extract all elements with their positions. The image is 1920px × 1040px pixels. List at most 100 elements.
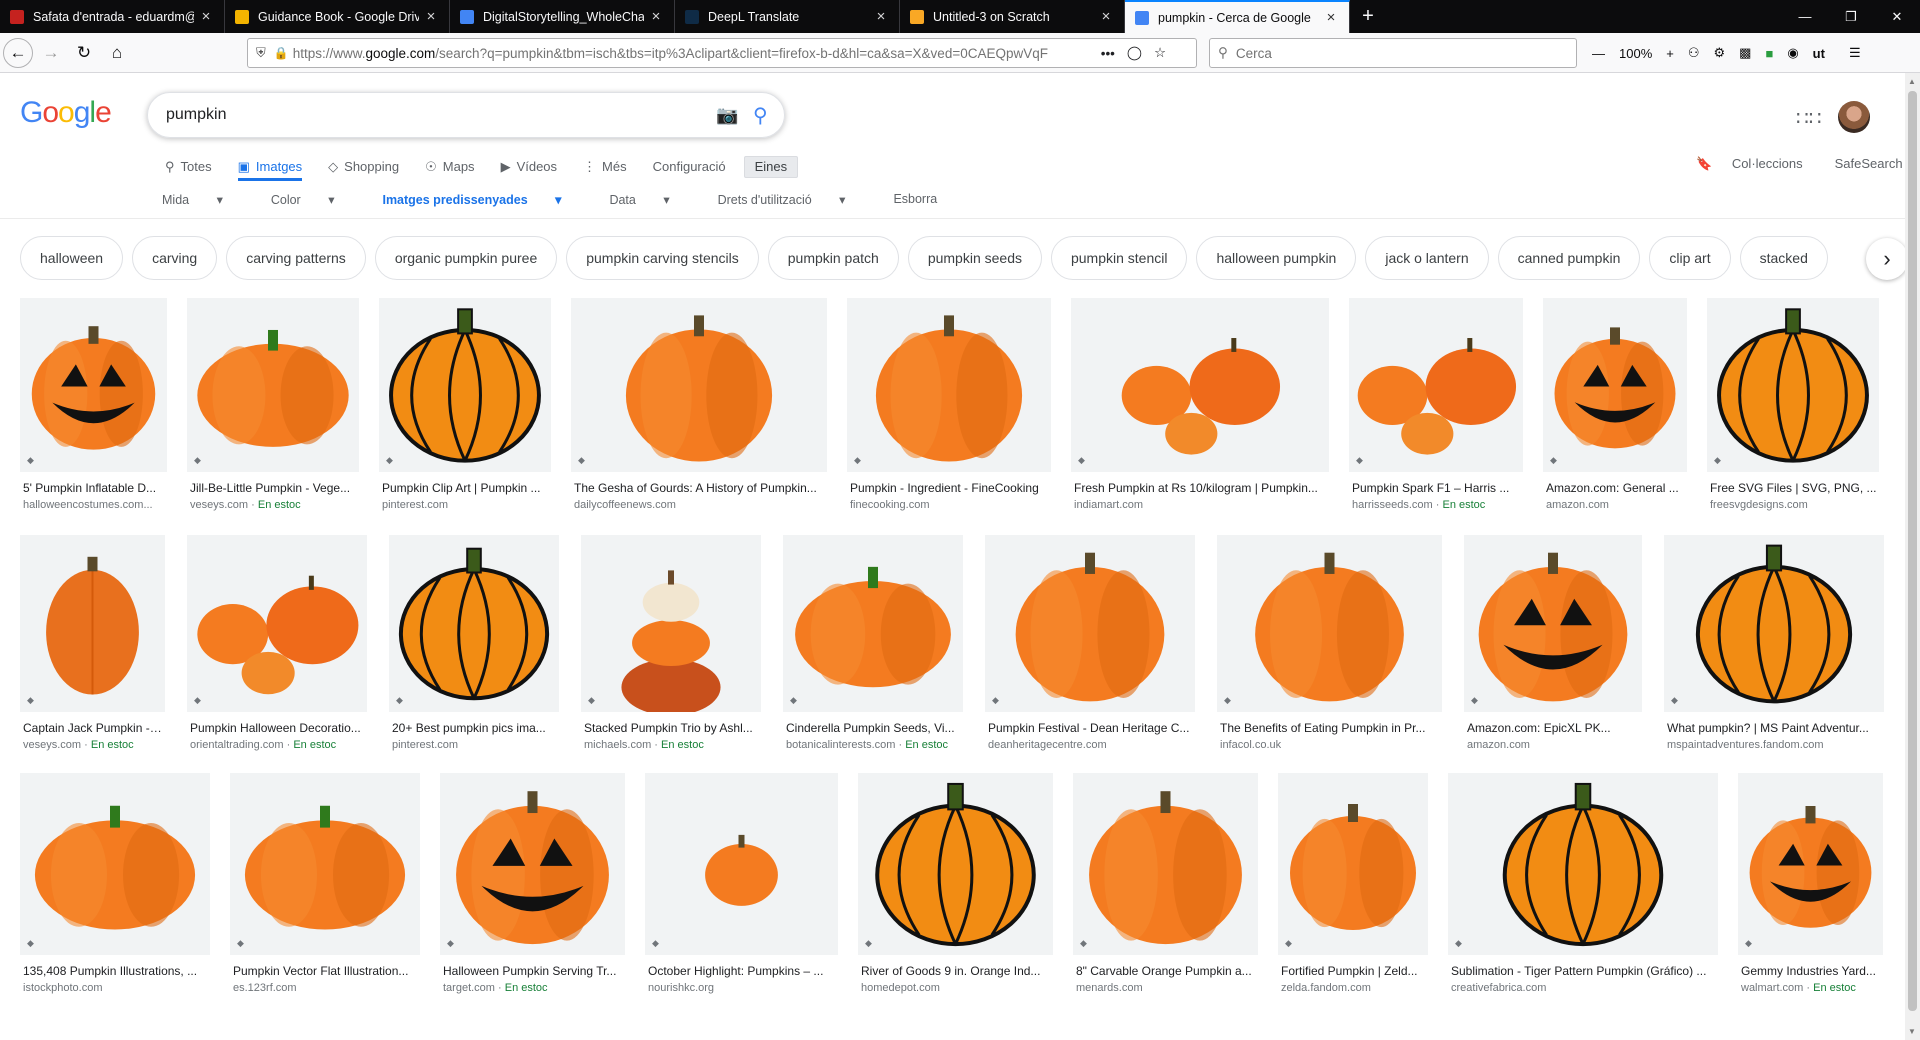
tab-més[interactable]: ⋮ Més <box>583 156 627 178</box>
result-thumbnail[interactable]: ◆ <box>1664 535 1884 712</box>
result-title[interactable]: Free SVG Files | SVG, PNG, ... <box>1707 481 1879 495</box>
result-thumbnail[interactable]: ◆ <box>1707 298 1879 472</box>
chip-stacked[interactable]: stacked <box>1739 236 1828 280</box>
result-title[interactable]: Pumpkin Spark F1 – Harris ... <box>1349 481 1523 495</box>
url-text[interactable]: https://www.google.com/search?q=pumpkin&… <box>293 46 1093 61</box>
result-thumbnail[interactable]: ◆ <box>847 298 1051 472</box>
back-button[interactable]: ← <box>3 37 33 68</box>
result-card[interactable]: ◆ Fortified Pumpkin | Zeld... zelda.fandom… <box>1278 773 1428 994</box>
result-card[interactable]: ◆ Free SVG Files | SVG, PNG, ... freesvgde… <box>1707 298 1879 511</box>
result-card[interactable]: ◆ Pumpkin Halloween Decoratio... orientalt… <box>187 535 367 751</box>
result-title[interactable]: Amazon.com: EpicXL PK... <box>1464 721 1642 735</box>
filter-imatges-predissenyades[interactable]: Imatges predissenyades ▾ <box>382 192 585 207</box>
result-card[interactable]: ◆ What pumpkin? | MS Paint Adventur... msp… <box>1664 535 1884 751</box>
close-tab-icon[interactable]: × <box>423 8 439 25</box>
result-card[interactable]: ◆ 8" Carvable Orange Pumpkin a... menards.… <box>1073 773 1258 994</box>
result-card[interactable]: ◆ Pumpkin Clip Art | Pumpkin ... pinterest… <box>379 298 551 511</box>
menu-icon[interactable]: ☰ <box>1842 45 1868 61</box>
pocket-icon[interactable]: ◯ <box>1127 45 1142 61</box>
result-card[interactable]: ◆ Cinderella Pumpkin Seeds, Vi... botanica… <box>783 535 963 751</box>
chip-jack-o-lantern[interactable]: jack o lantern <box>1365 236 1489 280</box>
collections-link[interactable]: 🔖 Col·leccions <box>1696 156 1803 172</box>
filter-data[interactable]: Data ▾ <box>609 192 693 207</box>
result-card[interactable]: ◆ Pumpkin Festival - Dean Heritage C... de… <box>985 535 1195 751</box>
result-title[interactable]: Fortified Pumpkin | Zeld... <box>1278 964 1428 978</box>
result-thumbnail[interactable]: ◆ <box>783 535 963 712</box>
filter-mida[interactable]: Mida ▾ <box>162 192 247 207</box>
avatar[interactable] <box>1838 101 1870 133</box>
result-thumbnail[interactable]: ◆ <box>581 535 761 712</box>
chip-pumpkin-seeds[interactable]: pumpkin seeds <box>907 236 1042 280</box>
result-title[interactable]: Pumpkin Festival - Dean Heritage C... <box>985 721 1195 735</box>
result-card[interactable]: ◆ Amazon.com: EpicXL PK... amazon.com <box>1464 535 1642 751</box>
reload-button[interactable]: ↻ <box>69 38 99 68</box>
result-thumbnail[interactable]: ◆ <box>1464 535 1642 712</box>
result-thumbnail[interactable]: ◆ <box>1217 535 1442 712</box>
extension-icon[interactable]: ▩ <box>1732 45 1758 61</box>
browser-tab[interactable]: pumpkin - Cerca de Google × <box>1125 0 1350 33</box>
result-thumbnail[interactable]: ◆ <box>379 298 551 472</box>
settings-link[interactable]: Configuració <box>653 156 726 178</box>
result-card[interactable]: ◆ 5' Pumpkin Inflatable D... halloweencost… <box>20 298 167 511</box>
chip-pumpkin-patch[interactable]: pumpkin patch <box>767 236 899 280</box>
result-thumbnail[interactable]: ◆ <box>1448 773 1718 955</box>
result-title[interactable]: Captain Jack Pumpkin - Vege... <box>20 721 165 735</box>
result-card[interactable]: ◆ Pumpkin Spark F1 – Harris ... harrisseed… <box>1349 298 1523 511</box>
chips-next-button[interactable]: › <box>1866 238 1908 280</box>
result-card[interactable]: ◆ Jill-Be-Little Pumpkin - Vege... veseys.… <box>187 298 359 511</box>
result-card[interactable]: ◆ Amazon.com: General ... amazon.com <box>1543 298 1687 511</box>
close-tab-icon[interactable]: × <box>648 8 664 25</box>
result-thumbnail[interactable]: ◆ <box>645 773 838 955</box>
result-title[interactable]: Cinderella Pumpkin Seeds, Vi... <box>783 721 963 735</box>
tab-totes[interactable]: ⚲ Totes <box>165 156 212 178</box>
result-title[interactable]: October Highlight: Pumpkins – ... <box>645 964 838 978</box>
result-card[interactable]: ◆ Pumpkin Vector Flat Illustration... es.1… <box>230 773 420 994</box>
chip-clip-art[interactable]: clip art <box>1649 236 1731 280</box>
new-tab-button[interactable]: + <box>1350 0 1386 33</box>
chip-canned-pumpkin[interactable]: canned pumpkin <box>1497 236 1641 280</box>
result-title[interactable]: 5' Pumpkin Inflatable D... <box>20 481 167 495</box>
glasses-icon[interactable]: ⚇ <box>1681 45 1707 61</box>
result-card[interactable]: ◆ 135,408 Pumpkin Illustrations, ... istoc… <box>20 773 210 994</box>
result-thumbnail[interactable]: ◆ <box>1349 298 1523 472</box>
result-thumbnail[interactable]: ◆ <box>1073 773 1258 955</box>
result-title[interactable]: The Benefits of Eating Pumpkin in Pr... <box>1217 721 1442 735</box>
result-thumbnail[interactable]: ◆ <box>230 773 420 955</box>
close-tab-icon[interactable]: × <box>1098 8 1114 25</box>
search-icon[interactable]: ⚲ <box>753 103 768 128</box>
result-title[interactable]: Pumpkin Clip Art | Pumpkin ... <box>379 481 551 495</box>
zoom-out-button[interactable]: — <box>1585 46 1612 61</box>
result-card[interactable]: ◆ Stacked Pumpkin Trio by Ashl... michaels… <box>581 535 761 751</box>
tracking-shield-icon[interactable]: ⛨ <box>256 45 266 61</box>
close-tab-icon[interactable]: × <box>198 8 214 25</box>
scroll-up-icon[interactable]: ▲ <box>1908 77 1916 86</box>
lock-icon[interactable]: 🔒 <box>274 46 289 60</box>
result-thumbnail[interactable]: ◆ <box>1071 298 1329 472</box>
result-title[interactable]: Sublimation - Tiger Pattern Pumpkin (Grá… <box>1448 964 1718 978</box>
close-tab-icon[interactable]: × <box>1323 9 1339 26</box>
result-title[interactable]: Amazon.com: General ... <box>1543 481 1687 495</box>
extension-badge-icon[interactable]: ■ <box>1758 46 1780 61</box>
chip-carving[interactable]: carving <box>132 236 218 280</box>
home-button[interactable]: ⌂ <box>102 38 132 68</box>
result-title[interactable]: Pumpkin Halloween Decoratio... <box>187 721 367 735</box>
account-icon[interactable]: ◉ <box>1780 45 1805 61</box>
browser-tab[interactable]: DigitalStorytelling_WholeChapt × <box>450 0 675 33</box>
result-title[interactable]: River of Goods 9 in. Orange Ind... <box>858 964 1053 978</box>
gear-icon[interactable]: ⚙ <box>1707 45 1733 61</box>
result-card[interactable]: ◆ The Benefits of Eating Pumpkin in Pr...… <box>1217 535 1442 751</box>
filter-esborra[interactable]: Esborra <box>893 192 961 207</box>
result-title[interactable]: Halloween Pumpkin Serving Tr... <box>440 964 625 978</box>
scrollbar[interactable]: ▲ ▼ <box>1905 73 1920 1040</box>
result-thumbnail[interactable]: ◆ <box>1543 298 1687 472</box>
result-card[interactable]: ◆ Captain Jack Pumpkin - Vege... veseys.co… <box>20 535 165 751</box>
result-card[interactable]: ◆ Gemmy Industries Yard... walmart.com · E… <box>1738 773 1883 994</box>
result-thumbnail[interactable]: ◆ <box>985 535 1195 712</box>
result-title[interactable]: Fresh Pumpkin at Rs 10/kilogram | Pumpki… <box>1071 481 1329 495</box>
filter-drets-d-utilitzaci-[interactable]: Drets d'utilització ▾ <box>718 192 870 207</box>
result-card[interactable]: ◆ October Highlight: Pumpkins – ... nouris… <box>645 773 838 994</box>
camera-icon[interactable]: 📷 <box>716 105 738 126</box>
minimize-button[interactable]: — <box>1782 0 1828 33</box>
tab-shopping[interactable]: ◇ Shopping <box>328 156 399 178</box>
tab-vídeos[interactable]: ▶ Vídeos <box>501 156 557 178</box>
